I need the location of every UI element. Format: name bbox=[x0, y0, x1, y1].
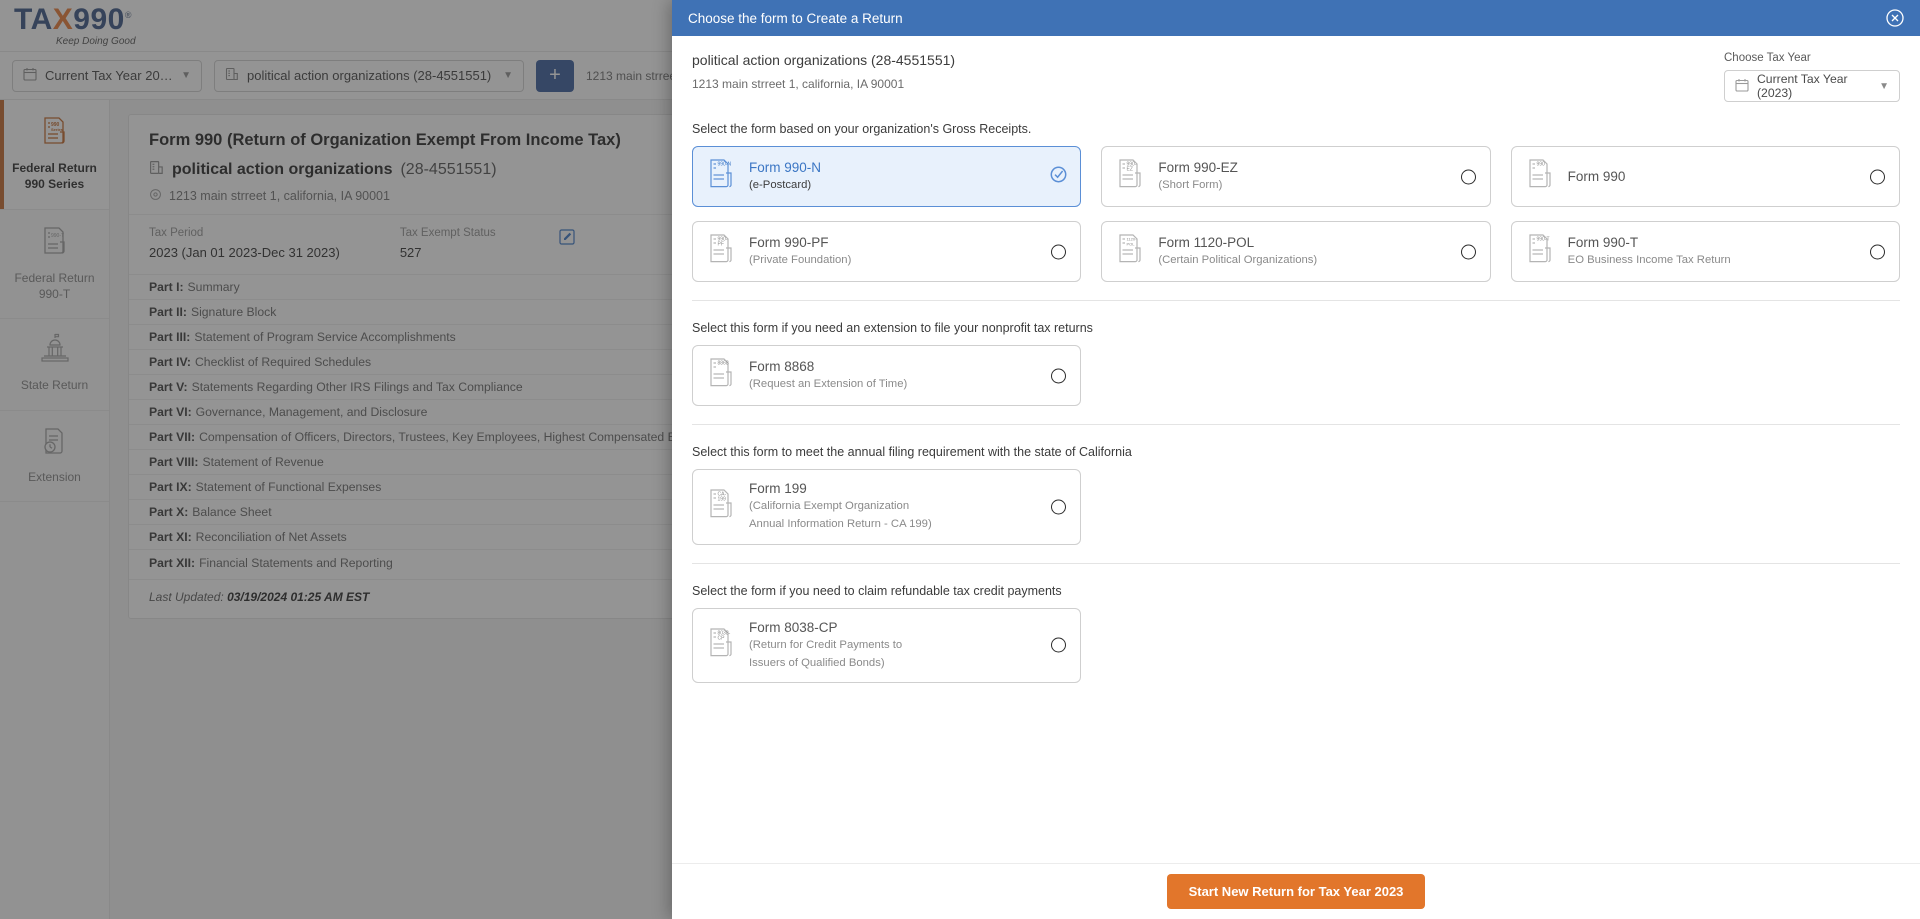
svg-text:PF: PF bbox=[718, 241, 724, 247]
form-document-icon: 990 bbox=[1526, 158, 1556, 195]
radio-button[interactable] bbox=[1870, 244, 1885, 259]
svg-text:8868: 8868 bbox=[718, 361, 729, 367]
svg-text:990-T: 990-T bbox=[1536, 237, 1549, 243]
form-option-description: (Certain Political Organizations) bbox=[1158, 253, 1318, 266]
form-option-name: Form 1120-POL bbox=[1158, 234, 1255, 250]
form-option-name: Form 8868 bbox=[749, 358, 815, 374]
start-new-return-button[interactable]: Start New Return for Tax Year 2023 bbox=[1166, 874, 1426, 909]
form-document-icon: 8868 bbox=[707, 357, 737, 394]
form-option-description: (Return for Credit Payments to bbox=[749, 638, 903, 651]
modal-organization-name-line: political action organizations (28-45515… bbox=[692, 52, 955, 68]
section-label: Select this form to meet the annual fili… bbox=[692, 445, 1132, 459]
form-option-name: Form 990-T bbox=[1567, 234, 1639, 250]
svg-text:990: 990 bbox=[1536, 162, 1545, 168]
svg-text:CP: CP bbox=[718, 635, 726, 641]
form-option-description: (e-Postcard) bbox=[749, 178, 812, 191]
modal-title: Choose the form to Create a Return bbox=[688, 10, 903, 26]
form-option-text: Form 199 (California Exempt Organization A… bbox=[749, 481, 932, 533]
modal-organization-ein: (28-4551551) bbox=[871, 52, 956, 68]
form-document-icon: 990-T bbox=[1526, 233, 1556, 270]
form-document-icon: 990-N bbox=[707, 158, 737, 195]
form-option-card[interactable]: 990-N Form 990-N (e-Postcard) bbox=[692, 146, 1082, 207]
modal-tax-year-label: Choose Tax Year bbox=[1724, 52, 1811, 64]
form-option-name: Form 199 bbox=[749, 481, 807, 496]
form-document-icon: 1120- POL bbox=[1116, 233, 1146, 270]
form-document-icon: 990- EZ bbox=[1116, 158, 1146, 195]
form-card-grid: CA- 199 Form 199 (California Exempt Organiz… bbox=[692, 469, 1900, 545]
modal-tax-year-value: Current Tax Year (2023) bbox=[1757, 72, 1848, 100]
radio-button[interactable] bbox=[1051, 244, 1067, 259]
form-document-icon: 8038- CP bbox=[707, 627, 737, 664]
form-document-icon: CA- 199 bbox=[707, 488, 737, 525]
form-document-icon: 990- PF bbox=[707, 233, 737, 270]
section-divider bbox=[692, 424, 1900, 425]
form-option-card[interactable]: CA- 199 Form 199 (California Exempt Organiz… bbox=[692, 469, 1082, 545]
radio-button[interactable] bbox=[1870, 169, 1885, 184]
modal-footer: Start New Return for Tax Year 2023 bbox=[672, 863, 1920, 919]
modal-tax-year-select[interactable]: Current Tax Year (2023) ▼ bbox=[1724, 70, 1900, 102]
form-option-description: (California Exempt Organization bbox=[749, 500, 910, 512]
app-root: TAX990® Keep Doing Good Current Tax Year… bbox=[0, 0, 1920, 919]
form-option-card[interactable]: 990- EZ Form 990-EZ (Short Form) bbox=[1101, 146, 1491, 207]
form-option-text: Form 990 bbox=[1568, 169, 1626, 184]
section-label: Select the form based on your organizati… bbox=[692, 122, 1032, 136]
form-option-name: Form 990-N bbox=[749, 159, 822, 175]
calendar-icon bbox=[1735, 78, 1749, 95]
form-option-text: Form 1120-POL (Certain Political Organiza… bbox=[1158, 235, 1317, 268]
form-option-text: Form 8868 (Request an Extension of Time) bbox=[749, 359, 907, 392]
form-option-name: Form 990-EZ bbox=[1158, 159, 1238, 175]
modal-header: Choose the form to Create a Return bbox=[672, 0, 1920, 36]
modal-organization-address: 1213 main strreet 1, california, IA 9000… bbox=[692, 77, 905, 91]
form-option-text: Form 990-T EO Business Income Tax Return bbox=[1568, 235, 1731, 268]
form-option-description: (Private Foundation) bbox=[749, 253, 852, 266]
modal-organization-name: political action organizations bbox=[692, 52, 871, 68]
form-option-description: Annual Information Return - CA 199) bbox=[749, 518, 932, 531]
form-card-grid: 8868 Form 8868 (Request an Extension of Ti… bbox=[692, 345, 1900, 406]
form-option-description: EO Business Income Tax Return bbox=[1567, 253, 1731, 266]
radio-button[interactable] bbox=[1460, 169, 1476, 184]
form-option-card[interactable]: 990- PF Form 990-PF (Private Foundation) bbox=[692, 221, 1082, 282]
radio-button[interactable] bbox=[1460, 244, 1476, 259]
svg-text:EZ: EZ bbox=[1127, 166, 1133, 172]
form-option-name: Form 8038-CP bbox=[749, 619, 838, 635]
form-sections: Select the form based on your organizati… bbox=[692, 122, 1900, 683]
form-option-card[interactable]: 990-T Form 990-T EO Business Income Tax Re… bbox=[1510, 221, 1900, 282]
section-divider bbox=[692, 562, 1900, 564]
choose-form-modal: Choose the form to Create a Return polit… bbox=[672, 0, 1920, 919]
modal-body: political action organizations (28-45515… bbox=[672, 36, 1920, 863]
close-icon[interactable] bbox=[1886, 9, 1904, 27]
form-option-card[interactable]: 8868 Form 8868 (Request an Extension of Ti… bbox=[692, 345, 1082, 406]
svg-text:990-N: 990-N bbox=[718, 162, 732, 168]
form-option-description: (Request an Extension of Time) bbox=[749, 377, 908, 390]
section-divider bbox=[692, 300, 1900, 301]
svg-text:POL: POL bbox=[1127, 241, 1136, 246]
section-label: Select the form if you need to claim ref… bbox=[692, 583, 1062, 598]
form-option-name: Form 990-PF bbox=[749, 234, 829, 250]
modal-organization-row: political action organizations (28-45515… bbox=[692, 52, 1900, 102]
form-option-text: Form 990-EZ (Short Form) bbox=[1158, 160, 1238, 193]
chevron-down-icon: ▼ bbox=[1879, 80, 1889, 92]
modal-organization-info: political action organizations (28-45515… bbox=[692, 52, 955, 91]
check-circle-icon[interactable] bbox=[1050, 166, 1067, 188]
form-option-text: Form 8038-CP (Return for Credit Payments … bbox=[749, 620, 902, 672]
form-option-text: Form 990-PF (Private Foundation) bbox=[749, 235, 851, 268]
modal-tax-year-box: Choose Tax Year Current Tax Year (2023) … bbox=[1724, 52, 1900, 102]
form-option-description: (Short Form) bbox=[1158, 178, 1223, 191]
form-card-grid: 8038- CP Form 8038-CP (Return for Credit Pa… bbox=[692, 607, 1900, 683]
form-option-description: Issuers of Qualified Bonds) bbox=[749, 656, 885, 669]
form-option-card[interactable]: 1120- POL Form 1120-POL (Certain Political … bbox=[1101, 221, 1491, 282]
form-option-card[interactable]: 8038- CP Form 8038-CP (Return for Credit Pa… bbox=[692, 607, 1082, 683]
radio-button[interactable] bbox=[1051, 368, 1067, 383]
form-option-card[interactable]: 990 Form 990 bbox=[1510, 146, 1900, 207]
svg-text:199: 199 bbox=[718, 497, 727, 503]
form-option-text: Form 990-N (e-Postcard) bbox=[749, 160, 821, 193]
section-label: Select this form if you need an extensio… bbox=[692, 321, 1093, 335]
radio-button[interactable] bbox=[1051, 637, 1067, 653]
form-card-grid: 990-N Form 990-N (e-Postcard) 990- EZ Form 99… bbox=[692, 146, 1900, 282]
form-option-name: Form 990 bbox=[1567, 169, 1626, 184]
radio-button[interactable] bbox=[1051, 499, 1067, 515]
